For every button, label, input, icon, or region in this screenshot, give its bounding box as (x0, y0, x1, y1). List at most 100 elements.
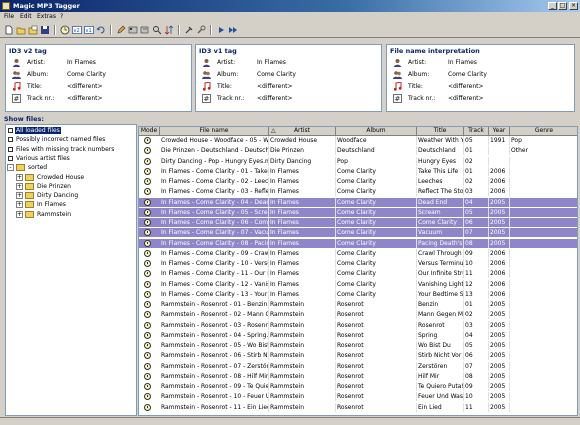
expander-icon[interactable]: + (16, 182, 23, 190)
expander-icon[interactable]: - (7, 164, 14, 172)
column-header[interactable]: Year (489, 127, 510, 136)
tag-value[interactable]: <different> (448, 83, 484, 90)
tree-item[interactable]: + Crowded House (16, 173, 85, 183)
clock-icon[interactable] (60, 25, 70, 35)
column-header[interactable]: Track (464, 127, 489, 136)
table-row[interactable]: Rammstein - Rosenrot - 08 - Hilf Mir.mp3… (139, 371, 577, 381)
expander-icon[interactable]: + (16, 173, 23, 181)
tree-item[interactable]: Possibly incorrect named files (8, 136, 106, 145)
tree-item[interactable]: Various artist files (8, 155, 71, 164)
folder-icon (16, 164, 25, 172)
table-row[interactable]: In Flames - Come Clarity - 10 - Versus T… (139, 259, 577, 268)
table-row[interactable]: In Flames - Come Clarity - 04 - Dead End… (139, 197, 577, 207)
expander-icon[interactable]: + (16, 192, 23, 200)
close-button[interactable]: × (569, 2, 578, 10)
sort-icon[interactable] (164, 25, 174, 35)
table-row[interactable]: Dirty Dancing - Pop - Hungry Eyes.mp3 Dir… (139, 156, 577, 166)
table-row[interactable]: In Flames - Come Clarity - 07 - Vacuum.r… (139, 228, 577, 238)
table-row[interactable]: Rammstein - Rosenrot - 10 - Feuer Und VR… (139, 392, 577, 402)
table-row[interactable]: In Flames - Come Clarity - 03 - Reflect … (139, 187, 577, 197)
tag-row: Artist: In Flames (202, 58, 372, 68)
play-icon[interactable] (216, 25, 226, 35)
column-header[interactable]: △ Artist (269, 127, 336, 136)
column-header[interactable]: Album (336, 127, 417, 136)
menu-help[interactable]: ? (60, 13, 63, 20)
column-header[interactable]: Genre (510, 127, 577, 136)
expander-icon[interactable]: + (16, 201, 23, 209)
tag-value[interactable]: <different> (67, 83, 103, 90)
menu-edit[interactable]: Edit (20, 13, 32, 20)
tag-value[interactable]: <different> (257, 95, 293, 102)
tag-value[interactable]: Come Clarity (257, 71, 296, 78)
column-header[interactable]: File name (160, 127, 269, 136)
search-icon[interactable] (152, 25, 162, 35)
tree-item[interactable]: + Rammstein (16, 210, 72, 220)
table-row[interactable]: Crowded House - Woodface - 05 - Wea Crowd… (139, 136, 577, 145)
open-icon[interactable] (16, 25, 26, 35)
tag-value[interactable]: <different> (257, 83, 293, 90)
table-row[interactable]: In Flames - Come Clarity - 01 - Take Thi… (139, 166, 577, 176)
wrench-icon[interactable] (196, 25, 206, 35)
v1-icon[interactable]: v1 (84, 25, 94, 35)
new-icon[interactable] (4, 25, 14, 35)
refresh-icon[interactable] (140, 25, 150, 35)
undo-icon[interactable] (96, 25, 106, 35)
table-row[interactable]: Rammstein - Rosenrot - 05 - Wo Bist Du Ra… (139, 341, 577, 350)
table-cell: In Flames (269, 248, 336, 258)
tag-icon[interactable] (128, 25, 138, 35)
file-filter-tree[interactable]: All loaded files Possibly incorrect named… (5, 124, 137, 416)
tag-value[interactable]: <different> (448, 95, 484, 102)
minimize-button[interactable]: _ (548, 2, 557, 10)
tree-item[interactable]: Files with missing track numbers (8, 146, 115, 155)
table-row[interactable]: In Flames - Come Clarity - 12 - Vanishin… (139, 279, 577, 289)
v2-icon[interactable]: v2 (72, 25, 82, 35)
open-folder-icon[interactable] (28, 25, 38, 35)
table-row[interactable]: Rammstein - Rosenrot - 04 - Spring.mp3Ra… (139, 330, 577, 340)
table-row[interactable]: Rammstein - Rosenrot - 07 - Zerstören.mR… (139, 361, 577, 371)
tag-row: Album: Come Clarity (393, 70, 563, 80)
table-row[interactable]: Rammstein - Rosenrot - 06 - Stirb Nicht … (139, 351, 577, 361)
toolbar-separator (110, 25, 112, 35)
clock-icon (144, 208, 151, 216)
tag-value[interactable]: In Flames (67, 59, 96, 66)
tag-value[interactable]: Come Clarity (448, 71, 487, 78)
table-row[interactable]: In Flames - Come Clarity - 05 - Scream.n… (139, 207, 577, 217)
table-row[interactable]: Rammstein - Rosenrot - 02 - Mann GegeRam… (139, 310, 577, 320)
table-row[interactable]: Die Prinzen - Deutschland - Deutschlan Di… (139, 146, 577, 156)
tree-item[interactable]: All loaded files (8, 127, 61, 136)
column-header[interactable]: Mode (139, 127, 160, 136)
maximize-button[interactable]: □ (558, 2, 567, 10)
table-row[interactable]: Rammstein - Rosenrot - 11 - Ein Lied.mpR… (139, 402, 577, 412)
menu-extras[interactable]: Extras (37, 13, 56, 20)
table-row[interactable]: In Flames - Come Clarity - 09 - Crawl Th… (139, 248, 577, 258)
table-row[interactable]: In Flames - Come Clarity - 13 - Your Bed… (139, 289, 577, 299)
column-header[interactable]: Title (417, 127, 464, 136)
tree-item[interactable]: + Dirty Dancing (16, 192, 79, 201)
table-row[interactable]: In Flames - Come Clarity - 08 - Pacing D… (139, 238, 577, 248)
tag-value[interactable]: Come Clarity (67, 71, 106, 78)
tag-value[interactable]: In Flames (257, 59, 286, 66)
table-row[interactable]: In Flames - Come Clarity - 11 - Our Infi… (139, 269, 577, 279)
show-files-label: Show files: (4, 115, 44, 123)
menu-file[interactable]: File (4, 13, 14, 20)
table-cell: In Flames - Come Clarity - 05 - Scream.n (161, 207, 269, 217)
file-table[interactable]: Mode File name △ Artist Album Title Track Year G… (138, 126, 578, 416)
tools-icon[interactable] (184, 25, 194, 35)
table-row[interactable]: In Flames - Come Clarity - 02 - Leeches I… (139, 177, 577, 186)
table-cell: Come Clarity (336, 238, 417, 248)
table-row[interactable]: Rammstein - Rosenrot - 09 - Te Quiero FR… (139, 382, 577, 391)
table-cell: 2005 (489, 207, 510, 217)
column-header-label: Album (366, 127, 386, 134)
tree-item[interactable]: + In Flames (16, 201, 67, 210)
tree-item[interactable]: - sorted (7, 164, 48, 173)
pencil-icon[interactable] (116, 25, 126, 35)
skip-icon[interactable] (228, 25, 238, 35)
table-row[interactable]: In Flames - Come Clarity - 06 - Come Cla… (139, 218, 577, 227)
tree-item[interactable]: + Die Prinzen (16, 182, 72, 192)
tag-value[interactable]: In Flames (448, 59, 477, 66)
table-row[interactable]: Rammstein - Rosenrot - 01 - Benzin.mp3Ra… (139, 300, 577, 309)
table-row[interactable]: Rammstein - Rosenrot - 03 - Rosenrot.mRa… (139, 320, 577, 330)
tag-value[interactable]: <different> (67, 95, 103, 102)
save-icon[interactable] (40, 25, 50, 35)
expander-icon[interactable]: + (16, 210, 23, 218)
